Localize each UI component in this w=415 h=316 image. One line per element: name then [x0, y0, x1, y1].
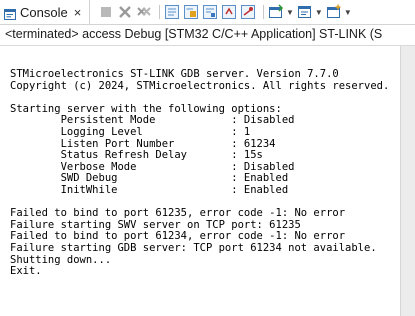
console-line: InitWhile : Enabled [10, 183, 289, 196]
console-line: Failure starting GDB server: TCP port 61… [10, 241, 377, 254]
console-output[interactable]: STMicroelectronics ST-LINK GDB server. V… [0, 46, 400, 316]
close-icon[interactable]: × [74, 5, 82, 20]
chevron-down-icon[interactable]: ▼ [344, 8, 352, 17]
pin-icon[interactable] [240, 4, 256, 20]
console-line: Logging Level : 1 [10, 125, 251, 138]
tab-console[interactable]: Console × [0, 0, 90, 24]
paste-icon[interactable] [183, 4, 199, 20]
console-description: <terminated> access Debug [STM32 C/C++ A… [0, 24, 415, 46]
console-line: Failed to bind to port 61235, error code… [10, 207, 346, 220]
remove-launch-icon[interactable] [117, 4, 133, 20]
vertical-scrollbar[interactable] [400, 46, 415, 316]
chevron-down-icon[interactable]: ▼ [315, 8, 323, 17]
toolbar-separator [159, 5, 160, 19]
console-text: STMicroelectronics ST-LINK GDB server. V… [0, 46, 400, 278]
new-console-icon[interactable] [326, 4, 342, 20]
console-line: Status Refresh Delay : 15s [10, 149, 263, 162]
console-toolbar: ▼ ▼ ▼ [98, 3, 355, 21]
toolbar-separator [263, 5, 264, 19]
terminate-icon[interactable] [98, 4, 114, 20]
console-line: STMicroelectronics ST-LINK GDB server. V… [10, 68, 339, 80]
copy-icon[interactable] [164, 4, 180, 20]
tab-label: Console [20, 4, 68, 20]
scrollbar-thumb[interactable] [404, 46, 412, 316]
console-icon [4, 7, 16, 20]
console-line: Copyright (c) 2024, STMicroelectronics. … [10, 79, 390, 92]
display-selected-console-icon[interactable] [297, 4, 313, 20]
chevron-down-icon[interactable]: ▼ [286, 8, 294, 17]
console-line: Exit. [10, 265, 42, 278]
console-line: Shutting down... [10, 253, 112, 266]
scroll-lock-icon[interactable] [221, 4, 237, 20]
open-console-icon[interactable] [268, 4, 284, 20]
remove-all-terminated-icon[interactable] [136, 4, 152, 20]
view-tab-bar: Console × ▼ ▼ ▼ [0, 0, 415, 25]
word-wrap-icon[interactable] [202, 4, 218, 20]
